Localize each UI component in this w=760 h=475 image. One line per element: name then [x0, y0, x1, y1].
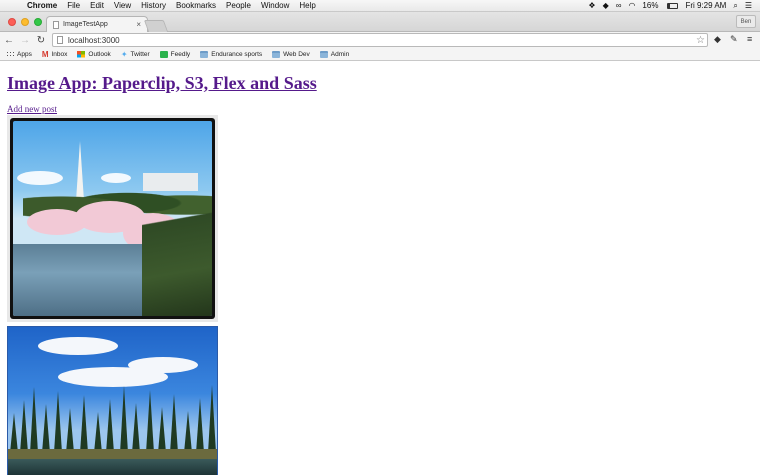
menu-help[interactable]: Help [294, 1, 320, 10]
back-arrow-icon[interactable]: ← [2, 35, 16, 46]
evernote-icon[interactable]: ◆ [603, 1, 609, 10]
menu-view[interactable]: View [109, 1, 136, 10]
browser-toolbar: ← → ↻ localhost:3000 ☆ ◆ ✎ ≡ [0, 32, 760, 48]
bookmark-label: Web Dev [283, 50, 310, 58]
photo-frame [10, 118, 215, 319]
menu-bookmarks[interactable]: Bookmarks [171, 1, 221, 10]
eyedropper-extension-icon[interactable]: ✎ [730, 34, 738, 45]
bookmark-folder-admin[interactable]: Admin [319, 50, 350, 58]
address-bar[interactable]: localhost:3000 ☆ [52, 33, 708, 47]
add-new-post-link[interactable]: Add new post [7, 104, 57, 114]
folder-icon [319, 50, 328, 58]
dropbox-icon[interactable]: ❖ [588, 1, 595, 10]
pine-tree [170, 394, 178, 453]
url-text[interactable]: localhost:3000 [68, 36, 120, 45]
bookmark-folder-web-dev[interactable]: Web Dev [272, 50, 310, 58]
bookmark-twitter[interactable]: ✦ Twitter [121, 50, 150, 59]
page-title[interactable]: Image App: Paperclip, S3, Flex and Sass [7, 73, 760, 93]
pine-tree [80, 395, 88, 453]
notification-center-icon[interactable]: ☰ [745, 1, 752, 10]
evernote-extension-icon[interactable]: ◆ [714, 34, 721, 45]
post-image-cherry-blossoms[interactable] [7, 115, 218, 322]
menu-chrome[interactable]: Chrome [22, 1, 62, 10]
page-icon [57, 36, 63, 44]
pine-tree [66, 408, 74, 453]
cloud [101, 173, 131, 183]
bookmark-apps[interactable]: Apps [6, 50, 32, 58]
tab-title: ImageTestApp [63, 21, 108, 28]
pine-tree [94, 412, 102, 453]
bookmark-label: Outlook [88, 50, 111, 58]
pine-tree [184, 411, 192, 453]
gmail-icon: M [41, 49, 49, 59]
bookmark-label: Twitter [130, 50, 150, 58]
pine-tree [10, 413, 18, 453]
tab-close-icon[interactable]: × [136, 20, 141, 29]
pine-tree [54, 391, 62, 453]
pine-tree [106, 399, 114, 453]
river-bank [142, 206, 212, 316]
bookmark-folder-endurance-sports[interactable]: Endurance sports [200, 50, 263, 58]
pine-tree [196, 398, 204, 453]
window-close-button[interactable] [8, 18, 16, 26]
menu-file[interactable]: File [62, 1, 85, 10]
reload-icon[interactable]: ↻ [34, 35, 48, 46]
folder-icon [200, 50, 209, 58]
pine-tree [132, 403, 140, 453]
menu-edit[interactable]: Edit [85, 1, 109, 10]
pine-tree [42, 404, 50, 453]
new-tab-button[interactable] [143, 20, 169, 32]
battery-level [668, 3, 670, 8]
glasses-icon[interactable]: ∞ [616, 1, 622, 10]
menu-extras: ❖ ◆ ∞ ◠ 16% Fri 9:29 AM ⌕ ☰ [588, 1, 760, 11]
lake [8, 459, 217, 475]
twitter-icon: ✦ [120, 49, 128, 59]
window-controls [8, 18, 42, 26]
pine-tree [20, 400, 28, 453]
apps-grid-icon [6, 50, 14, 58]
page-viewport: Image App: Paperclip, S3, Flex and Sass … [0, 62, 760, 475]
profile-button[interactable]: Ben [736, 15, 756, 28]
bookmark-label: Endurance sports [211, 50, 263, 58]
spotlight-search-icon[interactable]: ⌕ [733, 1, 737, 11]
pine-tree [146, 390, 154, 453]
bookmark-star-icon[interactable]: ☆ [696, 35, 705, 46]
page-favicon-icon [53, 20, 59, 29]
bookmark-label: Apps [17, 50, 32, 58]
window-maximize-button[interactable] [34, 18, 42, 26]
tab-imagetestapp[interactable]: ImageTestApp × [46, 16, 148, 32]
battery-percent[interactable]: 16% [642, 1, 658, 10]
folder-icon [272, 50, 281, 58]
bookmarks-bar: Apps M Inbox Outlook ✦ Twitter Feedly En… [0, 48, 760, 61]
chrome-menu-icon[interactable]: ≡ [747, 34, 752, 44]
pine-tree [30, 387, 38, 453]
pine-tree [158, 407, 166, 453]
forward-arrow-icon[interactable]: → [18, 35, 32, 46]
outlook-icon [77, 50, 86, 58]
menu-history[interactable]: History [136, 1, 171, 10]
battery-icon[interactable] [667, 2, 679, 9]
post-image-pine-lake[interactable] [7, 326, 218, 475]
bookmark-feedly[interactable]: Feedly [159, 50, 191, 58]
menu-people[interactable]: People [221, 1, 256, 10]
clock[interactable]: Fri 9:29 AM [685, 1, 726, 10]
bookmark-label: Inbox [51, 50, 68, 58]
macos-menu-bar: Chrome File Edit View History Bookmarks … [0, 0, 760, 12]
bookmark-inbox[interactable]: M Inbox [42, 50, 68, 59]
bookmark-outlook[interactable]: Outlook [77, 50, 111, 58]
bookmark-label: Feedly [170, 50, 191, 58]
wifi-icon[interactable]: ◠ [628, 1, 635, 10]
window-minimize-button[interactable] [21, 18, 29, 26]
photo-scene [8, 327, 217, 475]
pine-tree [120, 386, 128, 453]
menu-window[interactable]: Window [256, 1, 294, 10]
cloud [38, 337, 118, 355]
cloud [128, 357, 198, 373]
pine-tree [208, 385, 216, 453]
tab-strip: ImageTestApp × Ben [0, 12, 760, 32]
bookmark-label: Admin [330, 50, 350, 58]
feedly-icon [159, 50, 168, 58]
photo-scene [13, 121, 212, 316]
